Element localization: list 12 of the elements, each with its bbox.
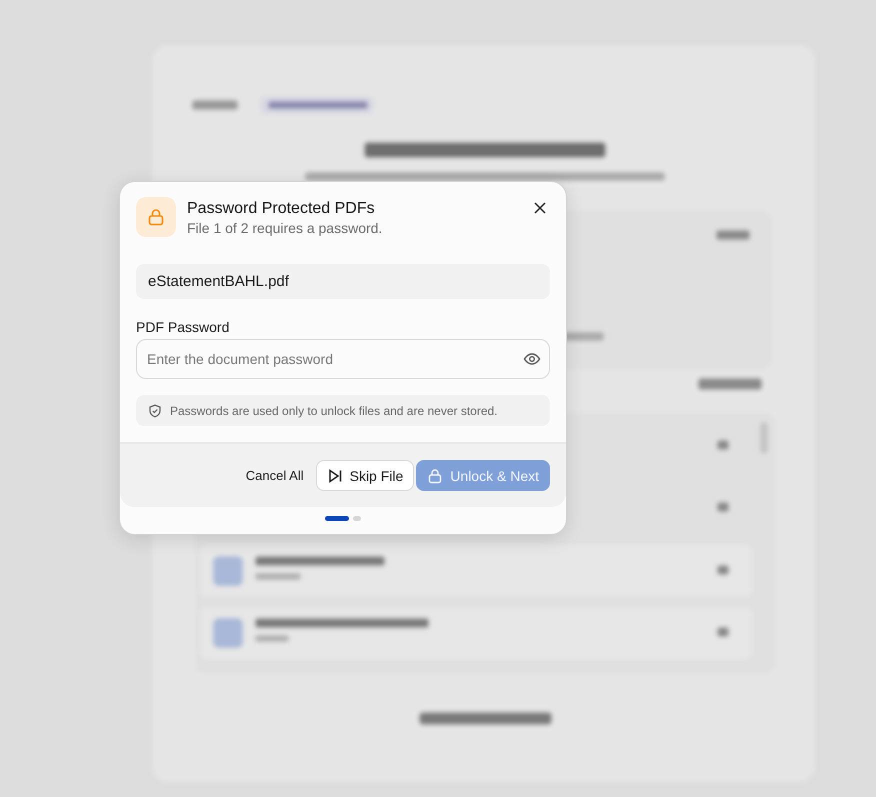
cancel-all-button[interactable]: Cancel All — [236, 460, 314, 491]
dialog-subtitle: File 1 of 2 requires a password. — [187, 220, 382, 237]
skip-icon — [326, 468, 343, 484]
lock-icon — [427, 468, 444, 484]
privacy-note: Passwords are used only to unlock files and are never stored. — [170, 404, 498, 418]
password-field[interactable]: Enter the document password — [136, 339, 550, 379]
shield-icon — [148, 404, 162, 418]
file-name: eStatementBAHL.pdf — [136, 264, 550, 299]
lock-icon — [136, 197, 176, 237]
skip-file-button[interactable]: Skip File — [316, 460, 414, 491]
dialog-title: Password Protected PDFs — [187, 199, 376, 219]
field-label: PDF Password — [136, 319, 230, 336]
